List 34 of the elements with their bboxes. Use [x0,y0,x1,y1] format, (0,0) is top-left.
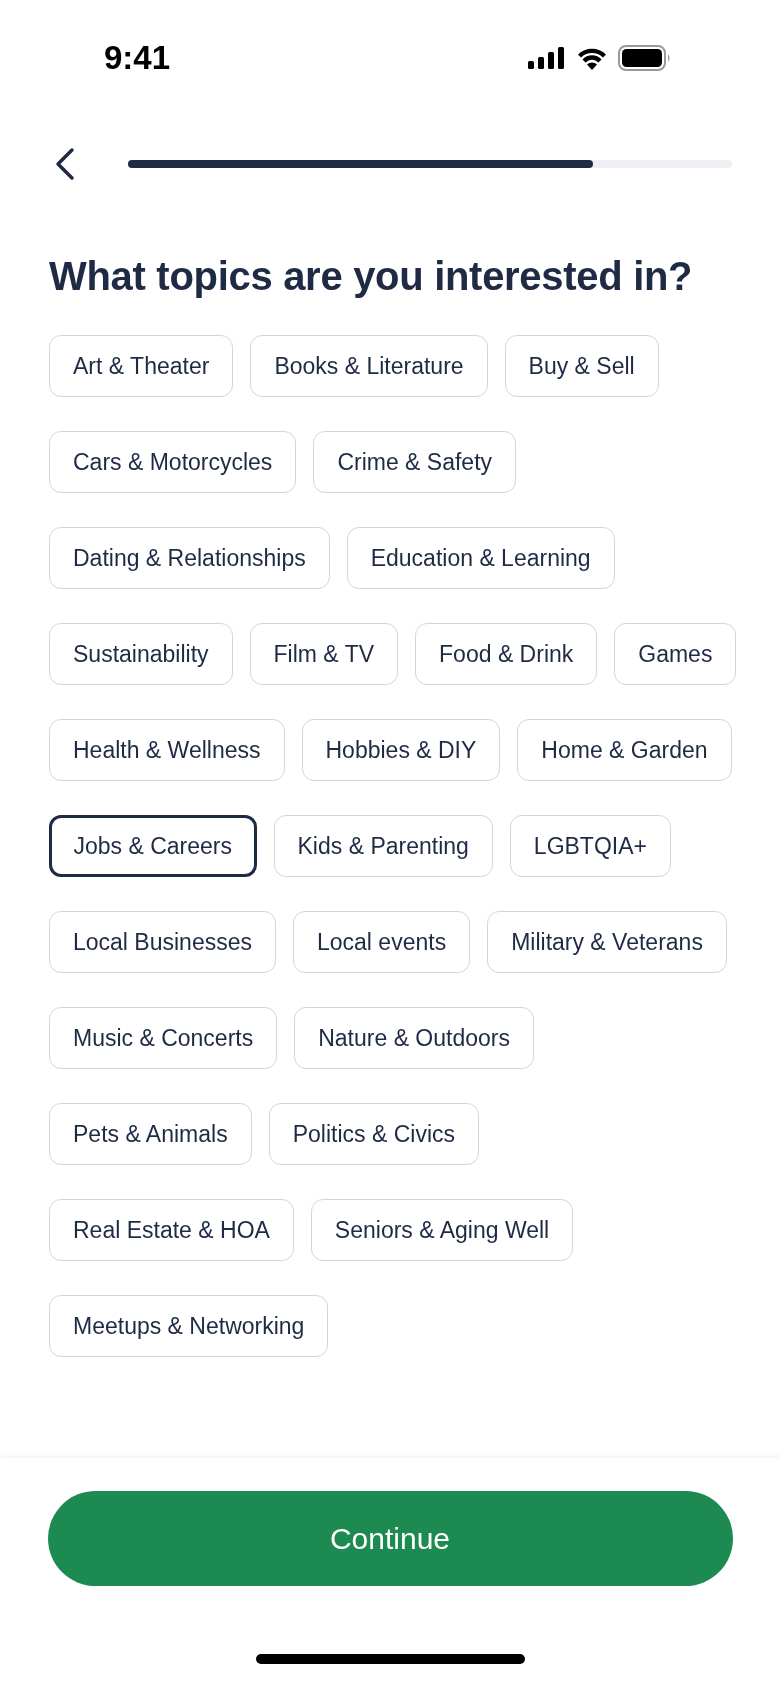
topic-chip[interactable]: Education & Learning [346,527,615,589]
topic-chip[interactable]: Sustainability [49,623,233,685]
topic-chip[interactable]: Local events [293,911,471,973]
topic-chip[interactable]: Pets & Animals [49,1103,252,1165]
topic-chip[interactable]: Buy & Sell [504,335,659,397]
signal-icon [528,47,566,69]
topic-chip[interactable]: Food & Drink [415,623,598,685]
topic-chip[interactable]: Games [614,623,737,685]
topic-chip[interactable]: Real Estate & HOA [49,1199,294,1261]
topic-chip[interactable]: Art & Theater [49,335,234,397]
battery-icon [618,45,672,71]
topic-chip[interactable]: Politics & Civics [268,1103,479,1165]
topic-chip[interactable]: Film & TV [249,623,399,685]
topic-chip[interactable]: Dating & Relationships [49,527,330,589]
topic-chip[interactable]: Jobs & Careers [49,815,257,877]
continue-button[interactable]: Continue [47,1491,733,1586]
back-icon[interactable] [54,147,76,181]
topic-chip[interactable]: Military & Veterans [487,911,727,973]
topic-chip[interactable]: Health & Wellness [49,719,285,781]
topic-chip[interactable]: Cars & Motorcycles [49,431,297,493]
topic-chip[interactable]: Kids & Parenting [273,815,493,877]
topic-chip[interactable]: Crime & Safety [313,431,517,493]
topic-chip[interactable]: Hobbies & DIY [301,719,501,781]
topic-chip[interactable]: LGBTQIA+ [509,815,671,877]
status-time: 9:41 [104,39,171,77]
topic-chip[interactable]: Nature & Outdoors [294,1007,534,1069]
wifi-icon [576,46,608,70]
page-title: What topics are you interested in? [49,254,694,299]
topic-chip[interactable]: Music & Concerts [49,1007,278,1069]
topic-chip[interactable]: Local Businesses [49,911,276,973]
topic-chip[interactable]: Meetups & Networking [49,1295,329,1357]
topic-chip[interactable]: Home & Garden [517,719,732,781]
topic-chip[interactable]: Books & Literature [250,335,488,397]
topic-chip[interactable]: Seniors & Aging Well [310,1199,574,1261]
